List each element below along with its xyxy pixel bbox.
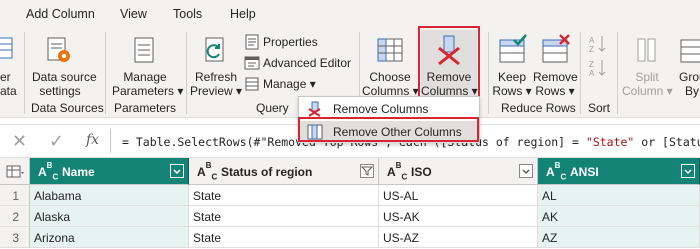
text-type-icon[interactable]: ABC	[546, 161, 566, 181]
table-cell[interactable]: AL	[538, 185, 700, 206]
menu-view[interactable]: View	[120, 7, 147, 21]
refresh-icon	[205, 37, 224, 62]
menu-bar: Add Column View Tools Help	[0, 0, 700, 28]
table-cell[interactable]: AZ	[538, 227, 700, 248]
menu-add-column[interactable]: Add Column	[26, 7, 95, 21]
manage-button[interactable]: Manage ▾	[244, 76, 316, 94]
remove-columns-small-icon	[308, 101, 321, 117]
table-cell[interactable]: State	[189, 206, 379, 227]
grid-corner[interactable]	[0, 158, 30, 185]
table-menu-icon	[6, 165, 24, 178]
sort-descending-icon: Z A	[589, 60, 606, 78]
filter-applied-icon[interactable]	[360, 164, 374, 178]
group-data-sources: Data Sources	[31, 101, 104, 115]
cancel-formula-icon[interactable]: ✕	[12, 131, 27, 152]
data-source-gear-icon	[47, 37, 70, 62]
advanced-editor-button[interactable]: Advanced Editor	[244, 55, 356, 73]
text-type-icon[interactable]: ABC	[38, 161, 58, 181]
data-source-settings-button[interactable]: Data source settings	[28, 30, 97, 98]
choose-columns-icon	[377, 38, 403, 62]
table-cell[interactable]: US-AK	[379, 206, 538, 227]
svg-text:A: A	[589, 36, 595, 45]
table-cell[interactable]: US-AZ	[379, 227, 538, 248]
data-grid: ABC Name ABC Status of region ABC ISO AB…	[0, 158, 700, 249]
cut-button-label-1[interactable]: er	[0, 70, 11, 84]
text-type-icon[interactable]: ABC	[197, 161, 217, 181]
sort-ascending-button[interactable]: A Z	[588, 34, 610, 56]
group-query: Query	[256, 101, 289, 115]
remove-rows-icon	[542, 34, 570, 63]
row-number: 3	[0, 227, 30, 248]
manage-parameters-button[interactable]: Manage Parameters ▾	[110, 30, 183, 98]
cut-button-label-2[interactable]: ata	[0, 84, 17, 98]
sort-descending-button[interactable]: Z A	[588, 58, 610, 80]
table-cell[interactable]: Alaska	[30, 206, 189, 227]
table-cell[interactable]: AK	[538, 206, 700, 227]
group-sort: Sort	[588, 101, 611, 115]
parameters-icon	[134, 37, 154, 63]
filter-dropdown-icon[interactable]	[170, 164, 184, 178]
table-icon	[0, 37, 13, 59]
refresh-preview-button[interactable]: Refresh Preview ▾	[190, 30, 242, 98]
filter-dropdown-icon[interactable]	[681, 164, 695, 178]
group-reduce-rows: Reduce Rows	[501, 101, 576, 115]
group-by-icon	[680, 39, 700, 63]
group-parameters: Parameters	[114, 101, 177, 115]
svg-text:Z: Z	[589, 60, 594, 69]
column-header-ansi[interactable]: ABC ANSI	[538, 158, 700, 185]
split-column-icon	[637, 38, 656, 62]
advanced-editor-icon	[244, 56, 260, 70]
commit-formula-icon[interactable]: ✓	[49, 131, 64, 152]
fx-icon: fx	[86, 132, 100, 148]
split-column-button[interactable]: Split Column ▾	[622, 30, 673, 98]
properties-button[interactable]: Properties	[244, 34, 352, 52]
svg-text:Z: Z	[589, 45, 594, 54]
group-by-button[interactable]: Grou By	[675, 30, 700, 98]
table-cell[interactable]: US-AL	[379, 185, 538, 206]
column-header-status[interactable]: ABC Status of region	[189, 158, 379, 185]
remove-rows-button[interactable]: Remove Rows ▾	[533, 30, 578, 98]
properties-icon	[245, 34, 259, 50]
menu-tools[interactable]: Tools	[173, 7, 202, 21]
table-cell[interactable]: State	[189, 227, 379, 248]
row-number: 2	[0, 206, 30, 227]
table-cell[interactable]: State	[189, 185, 379, 206]
row-number: 1	[0, 185, 30, 206]
sort-ascending-icon: A Z	[589, 36, 606, 54]
menu-help[interactable]: Help	[230, 7, 256, 21]
column-header-iso[interactable]: ABC ISO	[379, 158, 538, 185]
column-header-name[interactable]: ABC Name	[30, 158, 189, 185]
text-type-icon[interactable]: ABC	[387, 161, 407, 181]
filter-dropdown-icon[interactable]	[519, 164, 533, 178]
manage-icon	[245, 77, 259, 91]
table-cell[interactable]: Alabama	[30, 185, 189, 206]
keep-rows-button[interactable]: Keep Rows ▾	[492, 30, 532, 98]
remove-columns-highlight	[418, 26, 480, 98]
keep-rows-icon	[499, 34, 527, 63]
choose-columns-button[interactable]: Choose Columns ▾	[362, 30, 419, 98]
remove-other-columns-highlight	[298, 117, 479, 142]
table-cell[interactable]: Arizona	[30, 227, 189, 248]
svg-text:A: A	[589, 69, 595, 78]
